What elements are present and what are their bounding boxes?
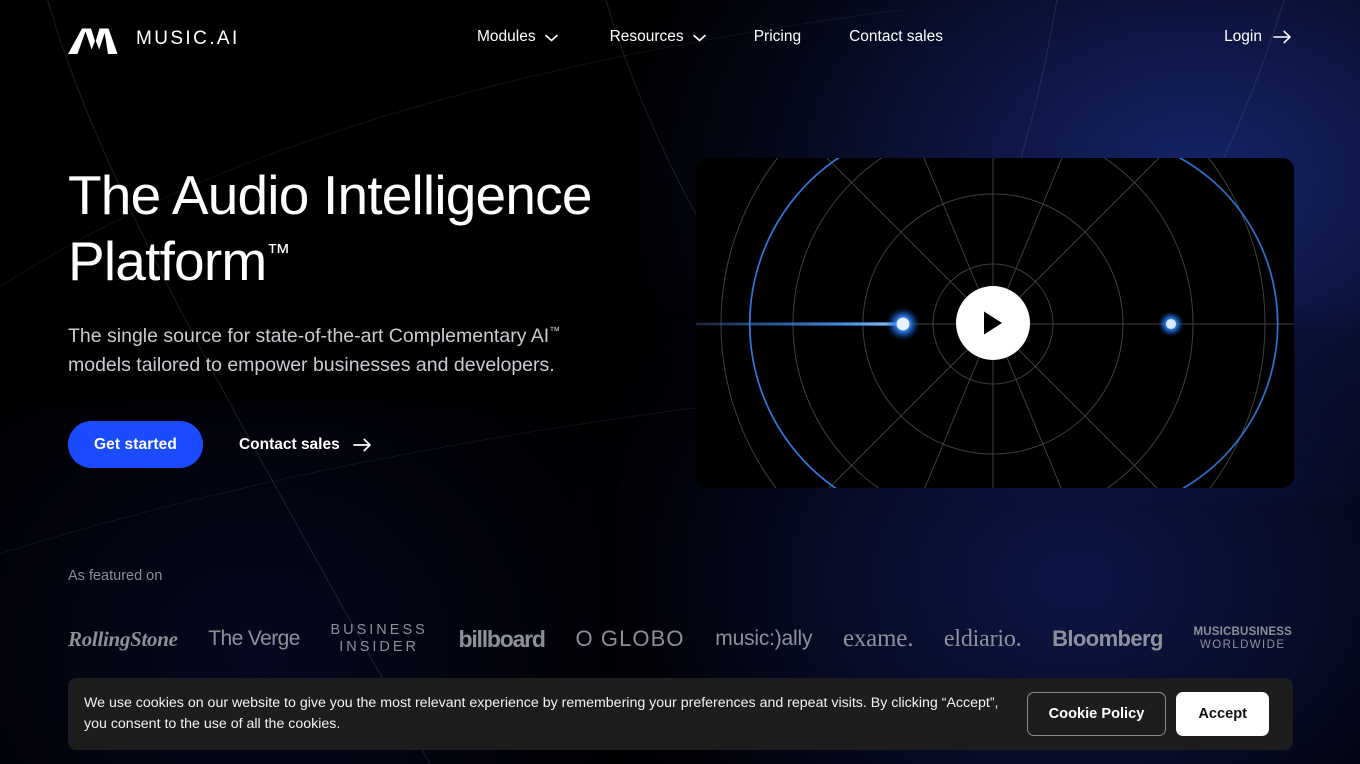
login-link[interactable]: Login xyxy=(1224,28,1292,46)
brand-logo-link[interactable]: MUSIC.AI xyxy=(68,24,240,54)
cookie-banner-text: We use cookies on our website to give yo… xyxy=(84,695,999,732)
nav-item-contact-sales[interactable]: Contact sales xyxy=(849,28,943,46)
cookie-policy-button[interactable]: Cookie Policy xyxy=(1026,692,1167,736)
logo-the-verge: The Verge xyxy=(208,627,300,650)
play-button-icon xyxy=(984,311,1002,335)
featured-on-label: As featured on xyxy=(68,568,163,584)
arrow-right-icon xyxy=(352,438,371,451)
cookie-accept-button[interactable]: Accept xyxy=(1176,692,1269,736)
nav-item-resources[interactable]: Resources xyxy=(610,28,706,46)
contact-sales-label: Contact sales xyxy=(238,435,340,453)
contact-sales-button[interactable]: Contact sales xyxy=(239,421,372,468)
subhead-part-2: models tailored to empower businesses an… xyxy=(68,354,555,376)
nav-item-contact-sales-label: Contact sales xyxy=(849,28,943,45)
cookie-banner-actions: Cookie Policy Accept xyxy=(1026,692,1269,736)
hero-subheading: The single source for state-of-the-art C… xyxy=(68,322,568,380)
cookie-consent-banner: We use cookies on our website to give yo… xyxy=(68,678,1293,750)
logo-music-business-worldwide: MUSICBUSINESS WORLDWIDE xyxy=(1194,626,1292,652)
main-navigation: Modules Resources Pricing Contact sales xyxy=(477,28,943,46)
logo-exame: exame. xyxy=(842,625,914,652)
hero-copy: The Audio Intelligence Platform™ The sin… xyxy=(68,162,668,468)
press-logo-row: RollingStone The Verge BUSINESS INSIDER … xyxy=(68,622,1292,656)
nav-item-modules-label: Modules xyxy=(477,28,536,45)
nav-item-pricing[interactable]: Pricing xyxy=(754,28,801,46)
page-title: The Audio Intelligence Platform™ xyxy=(68,162,668,294)
get-started-button[interactable]: Get started xyxy=(68,421,203,468)
music-ai-m-logo-icon xyxy=(68,28,118,54)
play-button[interactable] xyxy=(956,286,1030,360)
logo-bloomberg: Bloomberg xyxy=(1052,626,1163,651)
nav-item-pricing-label: Pricing xyxy=(753,28,802,45)
hero-cta-row: Get started Contact sales xyxy=(68,421,668,468)
page-root: MUSIC.AI Modules Resources Pricing Conta… xyxy=(0,0,1360,764)
logo-music-ally: music:)ally xyxy=(715,627,813,650)
login-label: Login xyxy=(1224,28,1262,45)
logo-mbw-line1: MUSICBUSINESS xyxy=(1193,626,1292,638)
headline-trademark: ™ xyxy=(266,239,291,267)
chevron-down-icon xyxy=(692,34,706,42)
arrow-right-icon xyxy=(1273,30,1291,44)
logo-business-insider-line2: INSIDER xyxy=(339,639,420,655)
headline-line-1: The Audio Intelligence xyxy=(68,164,592,226)
nav-item-modules[interactable]: Modules xyxy=(477,28,558,46)
logo-business-insider-line1: BUSINESS xyxy=(330,622,428,638)
headline-line-2: Platform xyxy=(68,230,267,292)
featured-on-section: As featured on RollingStone The Verge BU… xyxy=(68,568,1292,656)
logo-rolling-stone: RollingStone xyxy=(68,626,178,651)
subhead-trademark: ™ xyxy=(549,325,561,338)
site-header: MUSIC.AI Modules Resources Pricing Conta… xyxy=(0,0,1360,80)
logo-business-insider: BUSINESS INSIDER xyxy=(330,622,427,656)
hero-video-visual[interactable] xyxy=(696,158,1294,488)
subhead-part-1: The single source for state-of-the-art C… xyxy=(68,325,550,347)
logo-o-globo: O GLOBO xyxy=(575,626,685,651)
logo-eldiario: eldiario. xyxy=(943,625,1022,652)
logo-billboard: billboard xyxy=(458,625,546,652)
nav-item-resources-label: Resources xyxy=(609,28,684,45)
chevron-down-icon xyxy=(544,34,558,42)
logo-mbw-line2: WORLDWIDE xyxy=(1200,639,1286,651)
brand-name: MUSIC.AI xyxy=(136,28,240,49)
